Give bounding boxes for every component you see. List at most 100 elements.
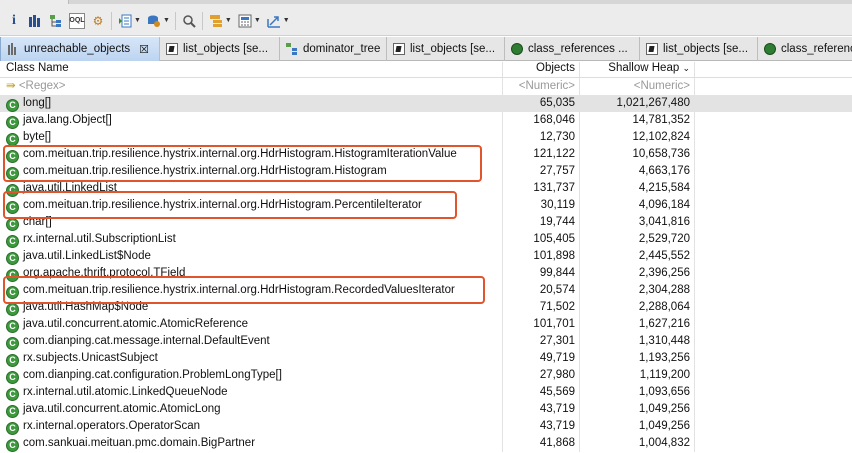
class-icon: C — [6, 286, 19, 299]
table-row[interactable]: Ccom.meituan.trip.resilience.hystrix.int… — [0, 197, 852, 214]
calculator-dropdown-icon[interactable]: ▼ — [254, 17, 261, 24]
table-row[interactable]: Ccom.meituan.trip.resilience.hystrix.int… — [0, 146, 852, 163]
shallow-heap-cell: 1,004,832 — [580, 435, 695, 452]
table-row[interactable]: Cchar[] 19,744 3,041,816 — [0, 214, 852, 231]
table-row[interactable]: Cbyte[] 12,730 12,102,824 — [0, 129, 852, 146]
objects-cell: 43,719 — [503, 418, 580, 435]
info-icon[interactable]: i — [6, 13, 22, 29]
column-shallow-heap[interactable]: Shallow Heap ⌄ — [580, 62, 695, 77]
objects-cell: 19,744 — [503, 214, 580, 231]
tab-class-references-2[interactable]: class_references — [758, 37, 852, 61]
filter-row: ⇛ <Regex> <Numeric> <Numeric> — [0, 78, 852, 95]
class-name: rx.internal.util.atomic.LinkedQueueNode — [23, 386, 228, 398]
class-icon: C — [6, 201, 19, 214]
shallow-heap-cell: 2,304,288 — [580, 282, 695, 299]
objects-cell: 71,502 — [503, 299, 580, 316]
editor-tabs: unreachable_objects ☒ list_objects [se..… — [0, 37, 852, 61]
class-name: byte[] — [23, 131, 52, 143]
class-name-cell: Ccom.dianping.cat.configuration.ProblemL… — [0, 367, 503, 384]
table-row[interactable]: Cjava.util.LinkedList$Node 101,898 2,445,5… — [0, 248, 852, 265]
class-icon: C — [6, 99, 19, 112]
class-name: java.lang.Object[] — [23, 114, 112, 126]
class-icon: C — [6, 150, 19, 163]
close-icon[interactable]: ☒ — [139, 43, 149, 56]
objects-cell: 45,569 — [503, 384, 580, 401]
sort-descending-icon: ⌄ — [682, 63, 690, 73]
shallow-heap-filter[interactable]: <Numeric> — [580, 78, 695, 95]
table-row[interactable]: Ccom.dianping.cat.configuration.ProblemL… — [0, 367, 852, 384]
column-class-name[interactable]: Class Name — [0, 62, 503, 77]
table-row[interactable]: Corg.apache.thrift.protocol.TField 99,844… — [0, 265, 852, 282]
objects-cell: 27,757 — [503, 163, 580, 180]
class-name-cell: Crx.internal.util.atomic.LinkedQueueNode — [0, 384, 503, 401]
table-row[interactable]: Ccom.dianping.cat.message.internal.Defau… — [0, 333, 852, 350]
objects-cell: 49,719 — [503, 350, 580, 367]
group-by-dropdown-icon[interactable]: ▼ — [225, 17, 232, 24]
class-icon: C — [6, 337, 19, 350]
class-icon: C — [6, 354, 19, 367]
class-name-cell: Corg.apache.thrift.protocol.TField — [0, 265, 503, 282]
table-row[interactable]: Ccom.meituan.trip.resilience.hystrix.int… — [0, 282, 852, 299]
objects-cell: 20,574 — [503, 282, 580, 299]
table-row[interactable]: Crx.internal.util.atomic.LinkedQueueNode… — [0, 384, 852, 401]
calculator-icon[interactable] — [237, 13, 253, 29]
tab-unreachable-objects[interactable]: unreachable_objects ☒ — [0, 37, 160, 61]
class-name-cell: Cjava.lang.Object[] — [0, 112, 503, 129]
class-icon: C — [6, 405, 19, 418]
shallow-heap-cell: 3,041,816 — [580, 214, 695, 231]
class-name-cell: Ccom.sankuai.meituan.pmc.domain.BigPartn… — [0, 435, 503, 452]
tab-dominator-tree[interactable]: dominator_tree — [280, 37, 387, 61]
oql-icon[interactable]: OQL — [69, 12, 85, 29]
class-name-cell: Ccom.dianping.cat.message.internal.Defau… — [0, 333, 503, 350]
table-row[interactable]: Crx.internal.operators.OperatorScan 43,71… — [0, 418, 852, 435]
class-references-icon — [511, 43, 523, 55]
table-row[interactable]: Clong[] 65,035 1,021,267,480 — [0, 95, 852, 112]
export-icon[interactable] — [266, 13, 282, 29]
table-row[interactable]: Ccom.sankuai.meituan.pmc.domain.BigPartn… — [0, 435, 852, 452]
table-row[interactable]: Cjava.util.concurrent.atomic.AtomicLong 4… — [0, 401, 852, 418]
class-name: rx.internal.operators.OperatorScan — [23, 420, 201, 432]
search-icon[interactable] — [181, 13, 197, 29]
heap-dump-overview-icon[interactable]: ⚙ — [90, 13, 106, 29]
tab-label: class_references ... — [528, 43, 628, 55]
tab-label: class_references — [781, 43, 852, 55]
shallow-heap-cell: 1,049,256 — [580, 418, 695, 435]
tab-class-references-1[interactable]: class_references ... — [505, 37, 640, 61]
table-row[interactable]: Cjava.util.concurrent.atomic.AtomicRefer… — [0, 316, 852, 333]
tab-label: list_objects [se... — [183, 43, 269, 55]
histogram-icon[interactable] — [27, 13, 43, 29]
tab-list-objects-2[interactable]: list_objects [se... — [387, 37, 505, 61]
class-name-cell: Crx.subjects.UnicastSubject — [0, 350, 503, 367]
table-row[interactable]: Cjava.util.HashMap$Node 71,502 2,288,064 — [0, 299, 852, 316]
table-row[interactable]: Crx.subjects.UnicastSubject 49,719 1,193,2… — [0, 350, 852, 367]
class-name-cell: Cjava.util.HashMap$Node — [0, 299, 503, 316]
filter-icon: ⇛ — [6, 80, 16, 92]
dominator-tree-icon[interactable] — [48, 13, 64, 29]
class-name: com.dianping.cat.configuration.ProblemLo… — [23, 369, 282, 381]
tab-label: unreachable_objects — [24, 43, 131, 55]
export-dropdown-icon[interactable]: ▼ — [283, 17, 290, 24]
table-row[interactable]: Cjava.util.LinkedList 131,737 4,215,584 — [0, 180, 852, 197]
class-icon: C — [6, 371, 19, 384]
tab-list-objects-3[interactable]: list_objects [se... — [640, 37, 758, 61]
shallow-heap-cell: 2,396,256 — [580, 265, 695, 282]
objects-cell: 131,737 — [503, 180, 580, 197]
objects-filter[interactable]: <Numeric> — [503, 78, 580, 95]
group-by-icon[interactable] — [208, 13, 224, 29]
table-row[interactable]: Ccom.meituan.trip.resilience.hystrix.int… — [0, 163, 852, 180]
query-browser-icon[interactable] — [146, 13, 162, 29]
objects-cell: 30,119 — [503, 197, 580, 214]
tab-list-objects-1[interactable]: list_objects [se... — [160, 37, 280, 61]
table-row[interactable]: Crx.internal.util.SubscriptionList 105,40… — [0, 231, 852, 248]
class-name-filter[interactable]: ⇛ <Regex> — [0, 78, 503, 95]
shallow-heap-cell: 14,781,352 — [580, 112, 695, 129]
column-objects[interactable]: Objects — [503, 62, 580, 77]
query-browser-dropdown-icon[interactable]: ▼ — [163, 17, 170, 24]
shallow-heap-cell: 4,663,176 — [580, 163, 695, 180]
shallow-heap-cell: 4,215,584 — [580, 180, 695, 197]
class-name-cell: Ccom.meituan.trip.resilience.hystrix.int… — [0, 146, 503, 163]
table-row[interactable]: Cjava.lang.Object[] 168,046 14,781,352 — [0, 112, 852, 129]
reports-icon[interactable] — [117, 13, 133, 29]
class-name-cell: Cchar[] — [0, 214, 503, 231]
reports-dropdown-icon[interactable]: ▼ — [134, 17, 141, 24]
